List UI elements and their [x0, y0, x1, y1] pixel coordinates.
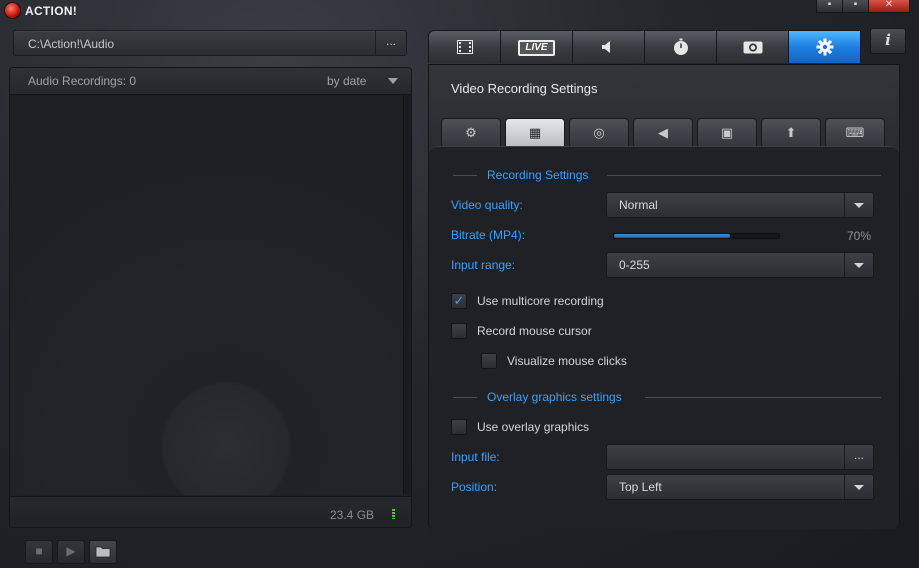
app-title: ACTION!	[25, 4, 78, 18]
video-quality-label: Video quality:	[451, 198, 523, 212]
video-quality-dropdown[interactable]: Normal	[606, 192, 874, 218]
sort-dropdown[interactable]: by date	[327, 74, 366, 88]
tab-audio[interactable]	[572, 30, 645, 63]
speaker-icon: ◀	[658, 125, 668, 140]
bitrate-slider[interactable]	[613, 233, 780, 239]
subtab-webcam[interactable]: ◎	[569, 118, 629, 147]
tab-screenshot[interactable]	[716, 30, 789, 63]
settings-title: Video Recording Settings	[451, 81, 598, 96]
section-divider	[645, 397, 881, 398]
app-logo-icon	[5, 3, 20, 18]
play-button[interactable]: ▶	[57, 540, 85, 564]
overlay-checkbox[interactable]	[451, 419, 467, 435]
tab-video[interactable]	[428, 30, 501, 63]
recordings-count: Audio Recordings: 0	[28, 74, 137, 88]
bitrate-label: Bitrate (MP4):	[451, 228, 526, 242]
live-badge: LIVE	[518, 40, 555, 56]
multicore-label: Use multicore recording	[477, 294, 604, 308]
gear-icon: ⚙	[465, 125, 477, 140]
list-footer: 23.4 GB	[10, 496, 411, 527]
chevron-down-icon[interactable]	[388, 78, 398, 84]
stop-button[interactable]: ■	[25, 540, 53, 564]
bitrate-slider-fill	[614, 234, 730, 238]
input-range-dropdown[interactable]: 0-255	[606, 252, 874, 278]
position-label: Position:	[451, 480, 498, 494]
tab-live[interactable]: LIVE	[500, 30, 573, 63]
video-quality-value: Normal	[619, 198, 658, 212]
camera-icon	[743, 41, 763, 54]
multicore-checkbox[interactable]: ✓	[451, 293, 467, 309]
subtab-upload[interactable]: ⬆	[761, 118, 821, 147]
film-icon	[457, 40, 473, 54]
keyboard-icon: ⌨	[845, 125, 865, 140]
title-bar: ACTION! ▪ ▪ ✕	[0, 0, 919, 22]
mouse-cursor-label: Record mouse cursor	[477, 324, 592, 338]
recordings-path-field[interactable]: C:\Action!\Audio ...	[13, 30, 407, 56]
overlay-settings-heading: Overlay graphics settings	[487, 390, 622, 404]
recordings-list[interactable]	[10, 95, 403, 495]
chevron-down-icon[interactable]	[844, 253, 873, 277]
close-button[interactable]: ✕	[868, 0, 910, 13]
recordings-list-panel: Audio Recordings: 0 by date 23.4 GB	[9, 67, 412, 528]
browse-file-button[interactable]: ...	[844, 445, 873, 469]
section-divider	[453, 397, 477, 398]
stopwatch-icon	[674, 38, 688, 55]
section-divider	[607, 175, 881, 176]
subtab-audio[interactable]: ◀	[633, 118, 693, 147]
position-dropdown[interactable]: Top Left	[606, 474, 874, 500]
input-range-label: Input range:	[451, 258, 516, 272]
list-scrollbar[interactable]	[403, 95, 411, 495]
list-header: Audio Recordings: 0 by date	[10, 68, 411, 95]
disk-level-icon	[392, 509, 395, 519]
speaker-icon	[602, 41, 610, 53]
position-value: Top Left	[619, 480, 662, 494]
disk-space-text: 23.4 GB	[330, 508, 375, 522]
mouse-cursor-checkbox[interactable]	[451, 323, 467, 339]
webcam-icon: ◎	[593, 125, 605, 140]
input-file-field[interactable]: ...	[606, 444, 874, 470]
mouse-clicks-label: Visualize mouse clicks	[507, 354, 627, 368]
upload-icon: ⬆	[785, 125, 797, 140]
film-icon: ▦	[528, 125, 542, 140]
subtab-general[interactable]: ⚙	[441, 118, 501, 147]
monitor-icon: ▣	[720, 125, 734, 140]
info-button[interactable]: i	[870, 28, 906, 54]
chevron-down-icon[interactable]	[844, 475, 873, 499]
input-file-label: Input file:	[451, 450, 500, 464]
mouse-clicks-checkbox[interactable]	[481, 353, 497, 369]
bitrate-value: 70%	[847, 229, 872, 243]
subtab-video[interactable]: ▦	[505, 118, 565, 147]
input-range-value: 0-255	[619, 258, 650, 272]
restore-button[interactable]: ▪	[842, 0, 869, 13]
browse-path-button[interactable]: ...	[375, 31, 406, 55]
gear-icon	[816, 38, 834, 56]
overlay-label: Use overlay graphics	[477, 420, 590, 434]
minimize-button[interactable]: ▪	[816, 0, 843, 13]
recording-settings-heading: Recording Settings	[487, 168, 589, 182]
section-divider	[453, 175, 477, 176]
video-settings-content: Recording Settings Video quality: Normal…	[429, 146, 899, 529]
tab-benchmark[interactable]	[644, 30, 717, 63]
settings-sub-tabs: ⚙ ▦ ◎ ◀ ▣ ⬆ ⌨	[441, 118, 887, 147]
main-tabs: LIVE	[428, 30, 861, 64]
tab-settings[interactable]	[788, 30, 861, 63]
open-folder-button[interactable]	[89, 540, 117, 564]
chevron-down-icon[interactable]	[844, 193, 873, 217]
folder-icon	[95, 546, 111, 558]
subtab-hotkeys[interactable]: ⌨	[825, 118, 885, 147]
recordings-path-text: C:\Action!\Audio	[28, 37, 115, 51]
settings-panel: Video Recording Settings ⚙ ▦ ◎ ◀ ▣ ⬆ ⌨ R…	[428, 64, 900, 529]
subtab-display[interactable]: ▣	[697, 118, 757, 147]
